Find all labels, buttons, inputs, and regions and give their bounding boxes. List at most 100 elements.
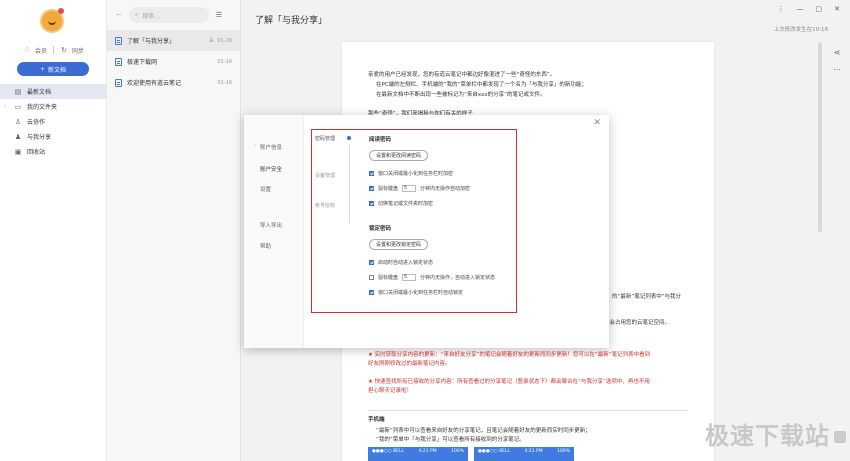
note-icon bbox=[115, 57, 122, 66]
option-label: 分钟内无操作自动加密 bbox=[420, 186, 471, 192]
sidebar-item-folders[interactable]: › ▭ 我的文件夹 bbox=[0, 99, 107, 114]
sidebar-item-label: 回收站 bbox=[27, 149, 46, 156]
sync-icon: ↻ bbox=[61, 46, 67, 54]
sort-menu-icon[interactable]: ☰ bbox=[215, 11, 223, 19]
right-rail: ⋖ ⋯ bbox=[824, 40, 850, 461]
paragraph: “最新”列表中可以查看来自好友的分享笔记，且笔记会随着好友的更新而实时同步更新； bbox=[376, 428, 591, 434]
note-icon bbox=[115, 78, 122, 87]
option-label: 鼠标键盘 bbox=[378, 186, 399, 192]
checkbox[interactable] bbox=[369, 260, 374, 265]
battery-label: 100% bbox=[557, 449, 570, 454]
set-read-password-button[interactable]: 设置和更改阅读密码 bbox=[369, 150, 429, 161]
search-icon: ⌕ bbox=[135, 11, 139, 18]
highlight-box: 密码管理 设备管理 帐号授权 阅读密码 设置和更改阅读密码 窗口关闭或最小化到任… bbox=[311, 129, 517, 313]
back-icon[interactable]: ⌐ bbox=[115, 11, 123, 19]
checkbox[interactable] bbox=[369, 186, 374, 191]
list-item[interactable]: 欢迎使用有道云笔记 01-16 bbox=[107, 72, 240, 93]
share-people-icon: ♟ bbox=[14, 132, 22, 141]
sidebar-item-collab[interactable]: ♙ 云协作 bbox=[0, 114, 107, 129]
list-item[interactable]: 极速下载网 01-16 bbox=[107, 51, 240, 72]
security-steps: 密码管理 设备管理 帐号授权 bbox=[315, 135, 351, 310]
sidebar-item-latest[interactable]: ▤ 最新文档 bbox=[0, 84, 107, 99]
new-doc-label: 新文档 bbox=[48, 66, 67, 74]
window-controls: ⋮ — ▢ ✕ bbox=[778, 5, 841, 13]
checkbox[interactable] bbox=[369, 290, 374, 295]
paragraph: 在PC端的左侧栏、手机端的“我的”菜单栏中都发现了一个名为「与我分享」的新功能； bbox=[376, 82, 587, 88]
carrier-label: ●●●○○ BELL bbox=[372, 449, 405, 454]
step-authorization[interactable]: 帐号授权 bbox=[315, 202, 335, 209]
divider bbox=[368, 410, 688, 411]
read-option-1[interactable]: 窗口关闭或最小化到任务栏时加密 bbox=[369, 170, 453, 177]
highlight-paragraph: ★ 快速查找所有已接收的分享内容：所有查看过的分享笔记（登录状态下）都会聚合在“… bbox=[368, 379, 650, 385]
sidebar: ♢ 会员 ↻ 同步 + 新文档 ▤ 最新文档 › ▭ 我的文件夹 ♙ 云协作 ♟… bbox=[0, 0, 107, 461]
note-date: 01-16 bbox=[217, 79, 232, 86]
option-label: 切换笔记或文件夹时加密 bbox=[378, 201, 434, 207]
minimize-icon[interactable]: — bbox=[797, 5, 804, 13]
battery-label: 100% bbox=[451, 449, 464, 454]
paragraph: 不会占用您的云笔记空间。 bbox=[604, 320, 671, 326]
carrier-label: ●●●○○ BELL bbox=[478, 449, 511, 454]
paragraph: “我的”菜单中「与我分享」可以查看所有接收到的分享笔记。 bbox=[376, 437, 525, 443]
sync-button[interactable]: 同步 bbox=[72, 46, 84, 55]
phone-screenshot: ●●●○○ BELL 4:21 PM 100% bbox=[368, 447, 468, 461]
sidebar-item-label: 与我分享 bbox=[27, 134, 52, 141]
lock-password-title: 锁定密码 bbox=[369, 226, 392, 232]
tab-account-info[interactable]: › 账户信息 bbox=[254, 143, 282, 151]
lock-option-3[interactable]: 窗口关闭或最小化到任务栏时自动锁定 bbox=[369, 289, 463, 296]
minutes-input[interactable]: 5 bbox=[402, 274, 417, 281]
divider bbox=[53, 46, 54, 54]
list-toolbar: ⌐ ⌕ 搜索... ☰ bbox=[107, 0, 240, 30]
sidebar-item-trash[interactable]: ▣ 回收站 bbox=[0, 144, 107, 159]
checkbox[interactable] bbox=[369, 171, 374, 176]
sidebar-item-shared[interactable]: ♟ 与我分享 bbox=[0, 129, 107, 144]
settings-nav: › 账户信息 账户安全 设置 导入导出 帮助 bbox=[244, 115, 304, 348]
read-option-3[interactable]: 切换笔记或文件夹时加密 bbox=[369, 200, 433, 207]
step-devices[interactable]: 设备管理 bbox=[315, 172, 335, 179]
list-item[interactable]: 了解「与我分享」 ♙ 01-16 bbox=[107, 30, 240, 51]
paragraph: 在最新文档中不断出现一些被标记为“来自xxx的分享”的笔记或文件。 bbox=[376, 92, 546, 98]
watermark-logo-icon bbox=[834, 431, 846, 443]
option-label: 窗口关闭或最小化到任务栏时加密 bbox=[378, 171, 454, 177]
lock-option-2[interactable]: 鼠标键盘 5 分钟内无操作，自动进入锁定状态 bbox=[369, 274, 495, 281]
close-icon[interactable]: ✕ bbox=[834, 5, 840, 13]
step-line bbox=[348, 145, 350, 223]
search-placeholder: 搜索... bbox=[142, 12, 161, 20]
page-title[interactable]: 了解「与我分享」 bbox=[255, 13, 327, 26]
time-label: 4:21 PM bbox=[524, 449, 543, 454]
plus-icon: + bbox=[39, 65, 45, 73]
vip-link[interactable]: 会员 bbox=[35, 46, 47, 55]
note-list: ⌐ ⌕ 搜索... ☰ 了解「与我分享」 ♙ 01-16 极速下载网 01-16… bbox=[107, 0, 241, 461]
option-label: 鼠标键盘 bbox=[378, 275, 399, 281]
sidebar-item-label: 我的文件夹 bbox=[27, 104, 58, 111]
tab-import-export[interactable]: 导入导出 bbox=[260, 221, 282, 229]
scrollbar[interactable] bbox=[818, 42, 822, 232]
minutes-input[interactable]: 5 bbox=[402, 185, 417, 192]
more-options-icon[interactable]: ⋯ bbox=[824, 65, 850, 74]
trash-icon: ▣ bbox=[14, 147, 22, 156]
checkbox[interactable] bbox=[369, 201, 374, 206]
phone-screenshot: ●●●○○ BELL 4:21 PM 100% bbox=[474, 447, 574, 461]
last-modified: 上次修改发生在10:18 bbox=[773, 27, 828, 33]
note-date: 01-16 bbox=[217, 37, 232, 44]
chevron-right-icon[interactable]: › bbox=[4, 104, 6, 110]
maximize-icon[interactable]: ▢ bbox=[816, 5, 823, 13]
read-option-2[interactable]: 鼠标键盘 5 分钟内无操作自动加密 bbox=[369, 185, 470, 192]
tab-account-security[interactable]: 账户安全 bbox=[260, 165, 282, 173]
new-doc-button[interactable]: + 新文档 bbox=[17, 62, 89, 76]
read-password-title: 阅读密码 bbox=[369, 137, 392, 143]
tab-settings[interactable]: 设置 bbox=[260, 185, 271, 193]
search-input[interactable]: ⌕ 搜索... bbox=[129, 7, 209, 23]
note-title: 欢迎使用有道云笔记 bbox=[127, 80, 182, 87]
checkbox[interactable] bbox=[369, 275, 374, 280]
lock-option-1[interactable]: 启动时自动进入锁定状态 bbox=[369, 259, 433, 266]
close-icon[interactable]: ✕ bbox=[593, 118, 601, 128]
sidebar-nav: ▤ 最新文档 › ▭ 我的文件夹 ♙ 云协作 ♟ 与我分享 ▣ 回收站 bbox=[0, 84, 107, 159]
watermark: 极速下载站 bbox=[705, 422, 830, 450]
set-lock-password-button[interactable]: 设置和更改锁定密码 bbox=[369, 239, 429, 250]
step-password[interactable]: 密码管理 bbox=[315, 135, 335, 142]
share-icon[interactable]: ⋖ bbox=[824, 48, 850, 57]
more-icon[interactable]: ⋮ bbox=[778, 5, 785, 13]
tab-help[interactable]: 帮助 bbox=[260, 242, 271, 250]
note-date: 01-16 bbox=[217, 58, 232, 65]
settings-dialog: › 账户信息 账户安全 设置 导入导出 帮助 ✕ 密码管理 设备管理 帐号授权 … bbox=[244, 115, 609, 348]
